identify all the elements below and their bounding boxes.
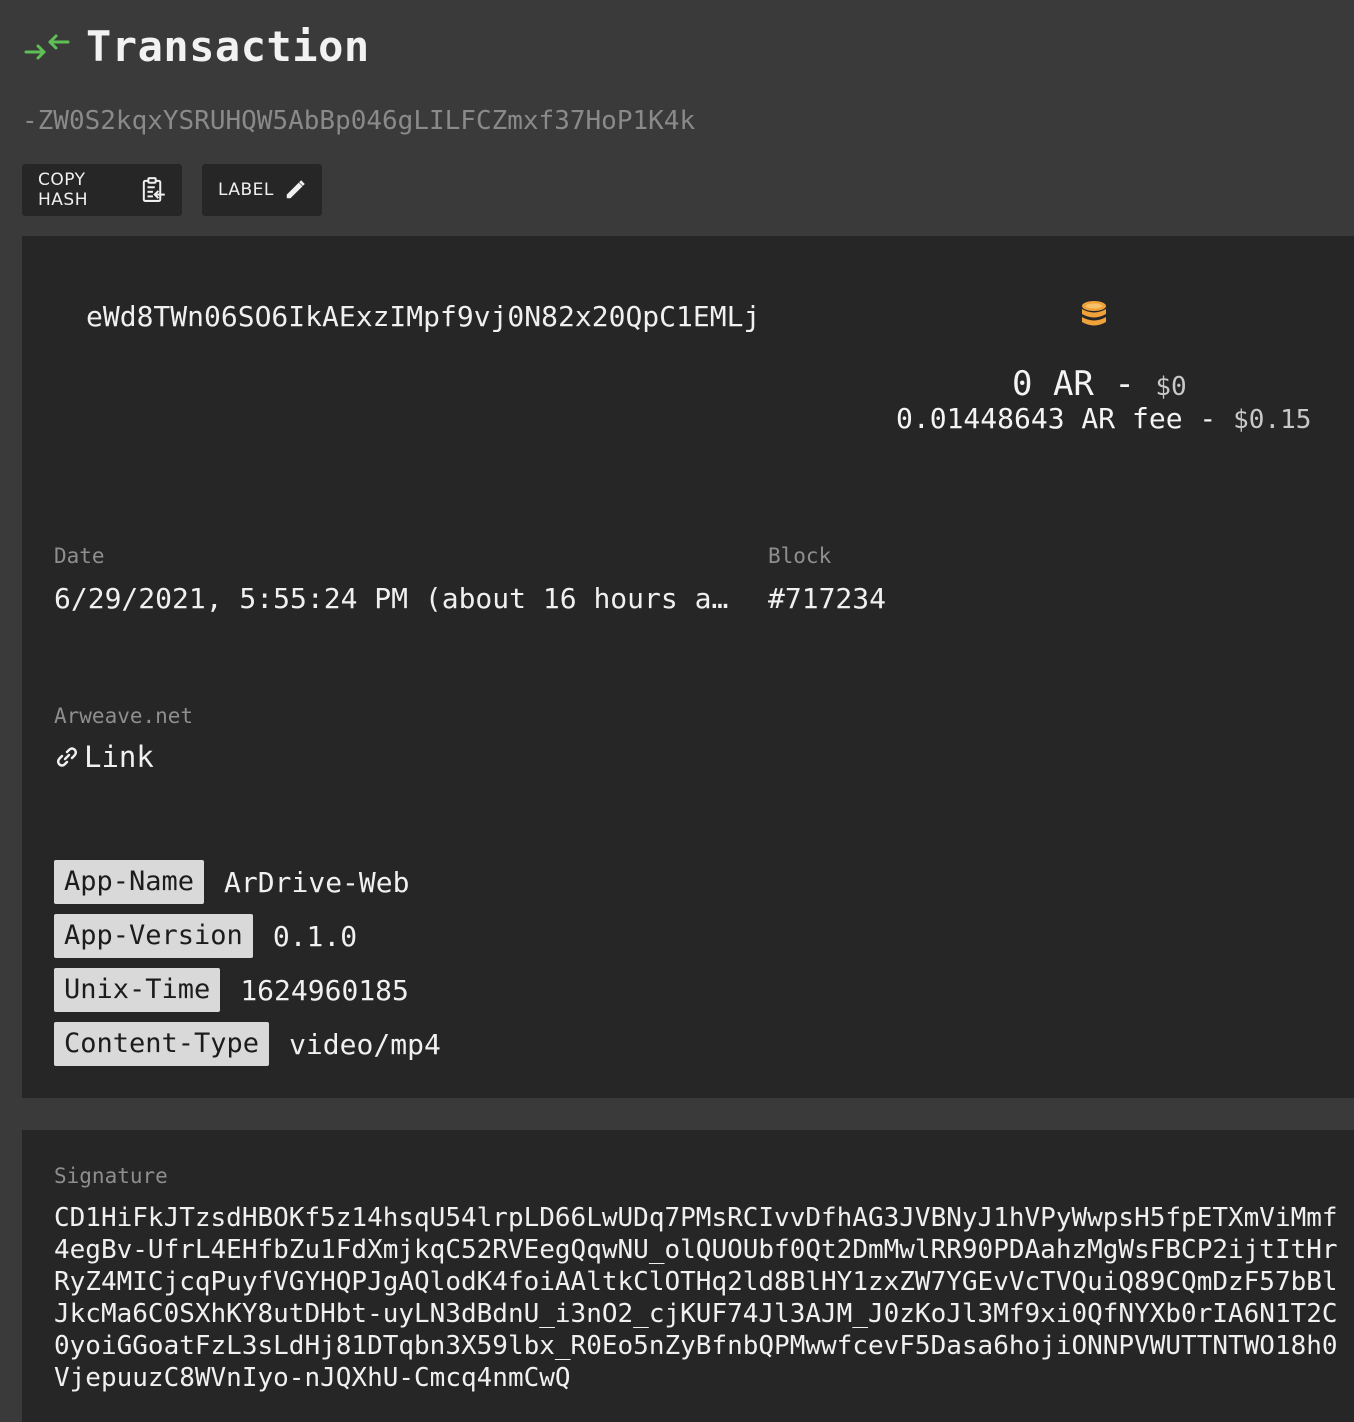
link-label: Link: [84, 740, 154, 774]
signature-value: CD1HiFkJTzsdHBOKf5z14hsqU54lrpLD66LwUDq7…: [54, 1203, 1338, 1393]
coins-icon: [1082, 301, 1106, 326]
copy-hash-label: COPY HASH: [38, 170, 88, 210]
clipboard-icon: [143, 177, 166, 202]
tag-row: Unix-Time 1624960185: [54, 968, 441, 1012]
tag-list: App-Name ArDrive-Web App-Version 0.1.0 U…: [54, 860, 441, 1076]
copy-hash-button[interactable]: COPY HASH: [22, 164, 182, 216]
tag-key: App-Version: [54, 914, 253, 958]
pencil-icon: [286, 180, 305, 199]
tag-value: 1624960185: [240, 973, 409, 1007]
owner-address[interactable]: eWd8TWn06SO6IkAExzIMpf9vj0N82x20QpC1EMLj: [86, 300, 760, 333]
tag-row: App-Name ArDrive-Web: [54, 860, 441, 904]
amount-usd: $0: [1155, 372, 1187, 402]
fee-usd: $0.15: [1233, 405, 1312, 435]
amount-separator: -: [1093, 364, 1156, 404]
label-button-label: LABEL: [218, 180, 274, 200]
tag-row: Content-Type video/mp4: [54, 1022, 441, 1066]
tag-value: video/mp4: [289, 1027, 441, 1061]
arweave-link[interactable]: Link: [56, 740, 154, 774]
transfer-amount: 0 AR - $0: [1012, 364, 1187, 404]
transfer-arrows-icon: [24, 34, 70, 59]
transaction-fee: 0.01448643 AR fee - $0.15: [896, 402, 1311, 435]
tag-key: App-Name: [54, 860, 205, 904]
date-label: Date: [54, 544, 105, 568]
fee-separator: -: [1182, 402, 1234, 435]
amount-ar: 0 AR: [1012, 364, 1094, 404]
signature-label: Signature: [54, 1164, 168, 1188]
date-value: 6/29/2021, 5:55:24 PM (about 16 hours a…: [54, 582, 729, 615]
signature-card: Signature CD1HiFkJTzsdHBOKf5z14hsqU54lrp…: [22, 1130, 1354, 1422]
arweave-net-label: Arweave.net: [54, 704, 194, 728]
block-value[interactable]: #717234: [768, 582, 886, 615]
transaction-hash: -ZW0S2kqxYSRUHQW5AbBp046gLILFCZmxf37HoP1…: [22, 106, 696, 136]
fee-ar: 0.01448643 AR fee: [896, 402, 1183, 435]
page-header: Transaction: [24, 22, 370, 71]
tag-value: 0.1.0: [272, 919, 358, 953]
tag-key: Unix-Time: [54, 968, 221, 1012]
page-title: Transaction: [86, 22, 370, 71]
label-button[interactable]: LABEL: [202, 164, 322, 216]
tag-key: Content-Type: [54, 1022, 270, 1066]
tag-row: App-Version 0.1.0: [54, 914, 441, 958]
block-label: Block: [768, 544, 832, 568]
tag-value: ArDrive-Web: [224, 865, 410, 899]
link-icon: [57, 747, 77, 767]
transaction-details-card: eWd8TWn06SO6IkAExzIMpf9vj0N82x20QpC1EMLj…: [22, 236, 1354, 1098]
